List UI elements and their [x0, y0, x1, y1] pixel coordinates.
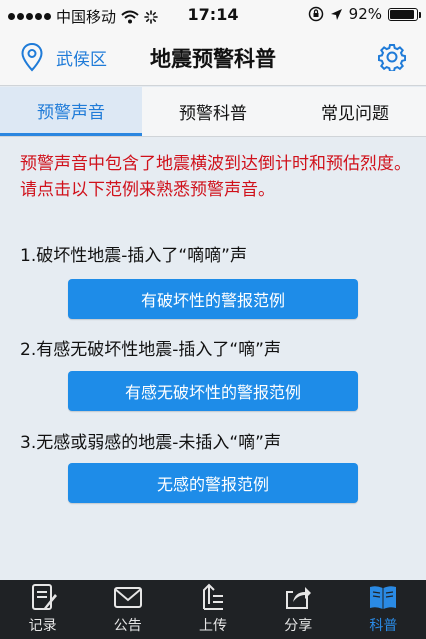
- tabbar-label-record: 记录: [28, 618, 57, 634]
- example-label-unfelt: 3.无感或弱感的地震-未插入“嘀”声: [20, 433, 281, 453]
- battery-icon: [388, 7, 421, 21]
- location-arrow-icon: [330, 8, 342, 20]
- destructive-alert-button[interactable]: 有破坏性的警报范例: [68, 279, 358, 319]
- tab-faq[interactable]: 常见问题: [284, 87, 426, 136]
- battery-percent: 92%: [348, 5, 382, 23]
- location-selector[interactable]: 武侯区: [20, 42, 107, 72]
- tabbar-item-announcement[interactable]: 公告: [85, 580, 170, 639]
- tabbar-label-announcement: 公告: [113, 618, 142, 634]
- tabbar-item-share[interactable]: 分享: [256, 580, 341, 639]
- unfelt-alert-button[interactable]: 无感的警报范例: [68, 463, 358, 503]
- example-label-felt: 2.有感无破坏性地震-插入了“嘀”声: [20, 340, 281, 360]
- tab-warning-science[interactable]: 预警科普: [142, 87, 284, 136]
- tabbar-item-record[interactable]: 记录: [0, 580, 85, 639]
- tabbar-item-upload[interactable]: 上传: [170, 580, 255, 639]
- tab-warning-sound[interactable]: 预警声音: [0, 87, 142, 136]
- status-right: 92%: [308, 5, 421, 23]
- tabbar-label-upload: 上传: [199, 618, 227, 634]
- book-icon: [370, 586, 397, 609]
- announcement-icon: [113, 587, 142, 608]
- felt-alert-button[interactable]: 有感无破坏性的警报范例: [68, 371, 358, 411]
- gear-icon[interactable]: [378, 43, 406, 71]
- battery-fill: [390, 9, 414, 19]
- bottom-tab-bar: 记录 公告 上传 分享 科普: [0, 580, 426, 639]
- segment-tabs: 预警声音 预警科普 常见问题: [0, 87, 426, 137]
- tabbar-item-science[interactable]: 科普: [341, 580, 426, 639]
- main-content: 预警声音中包含了地震横波到达倒计时和预估烈度。请点击以下范例来熟悉预警声音。 1…: [0, 137, 426, 580]
- rotation-lock-icon: [308, 6, 323, 22]
- tabbar-label-share: 分享: [284, 618, 313, 634]
- intro-text: 预警声音中包含了地震横波到达倒计时和预估烈度。请点击以下范例来熟悉预警声音。: [20, 154, 411, 200]
- location-pin-icon: [21, 42, 43, 72]
- example-label-destructive: 1.破坏性地震-插入了“嘀嘀”声: [20, 246, 247, 266]
- share-icon: [286, 587, 312, 609]
- record-icon: [31, 584, 57, 610]
- upload-icon: [203, 583, 223, 610]
- location-label: 武侯区: [56, 49, 107, 70]
- status-bar: 中国移动 17:14 92%: [0, 0, 426, 30]
- header: 武侯区 地震预警科普: [0, 30, 426, 86]
- tabbar-label-science: 科普: [369, 618, 398, 634]
